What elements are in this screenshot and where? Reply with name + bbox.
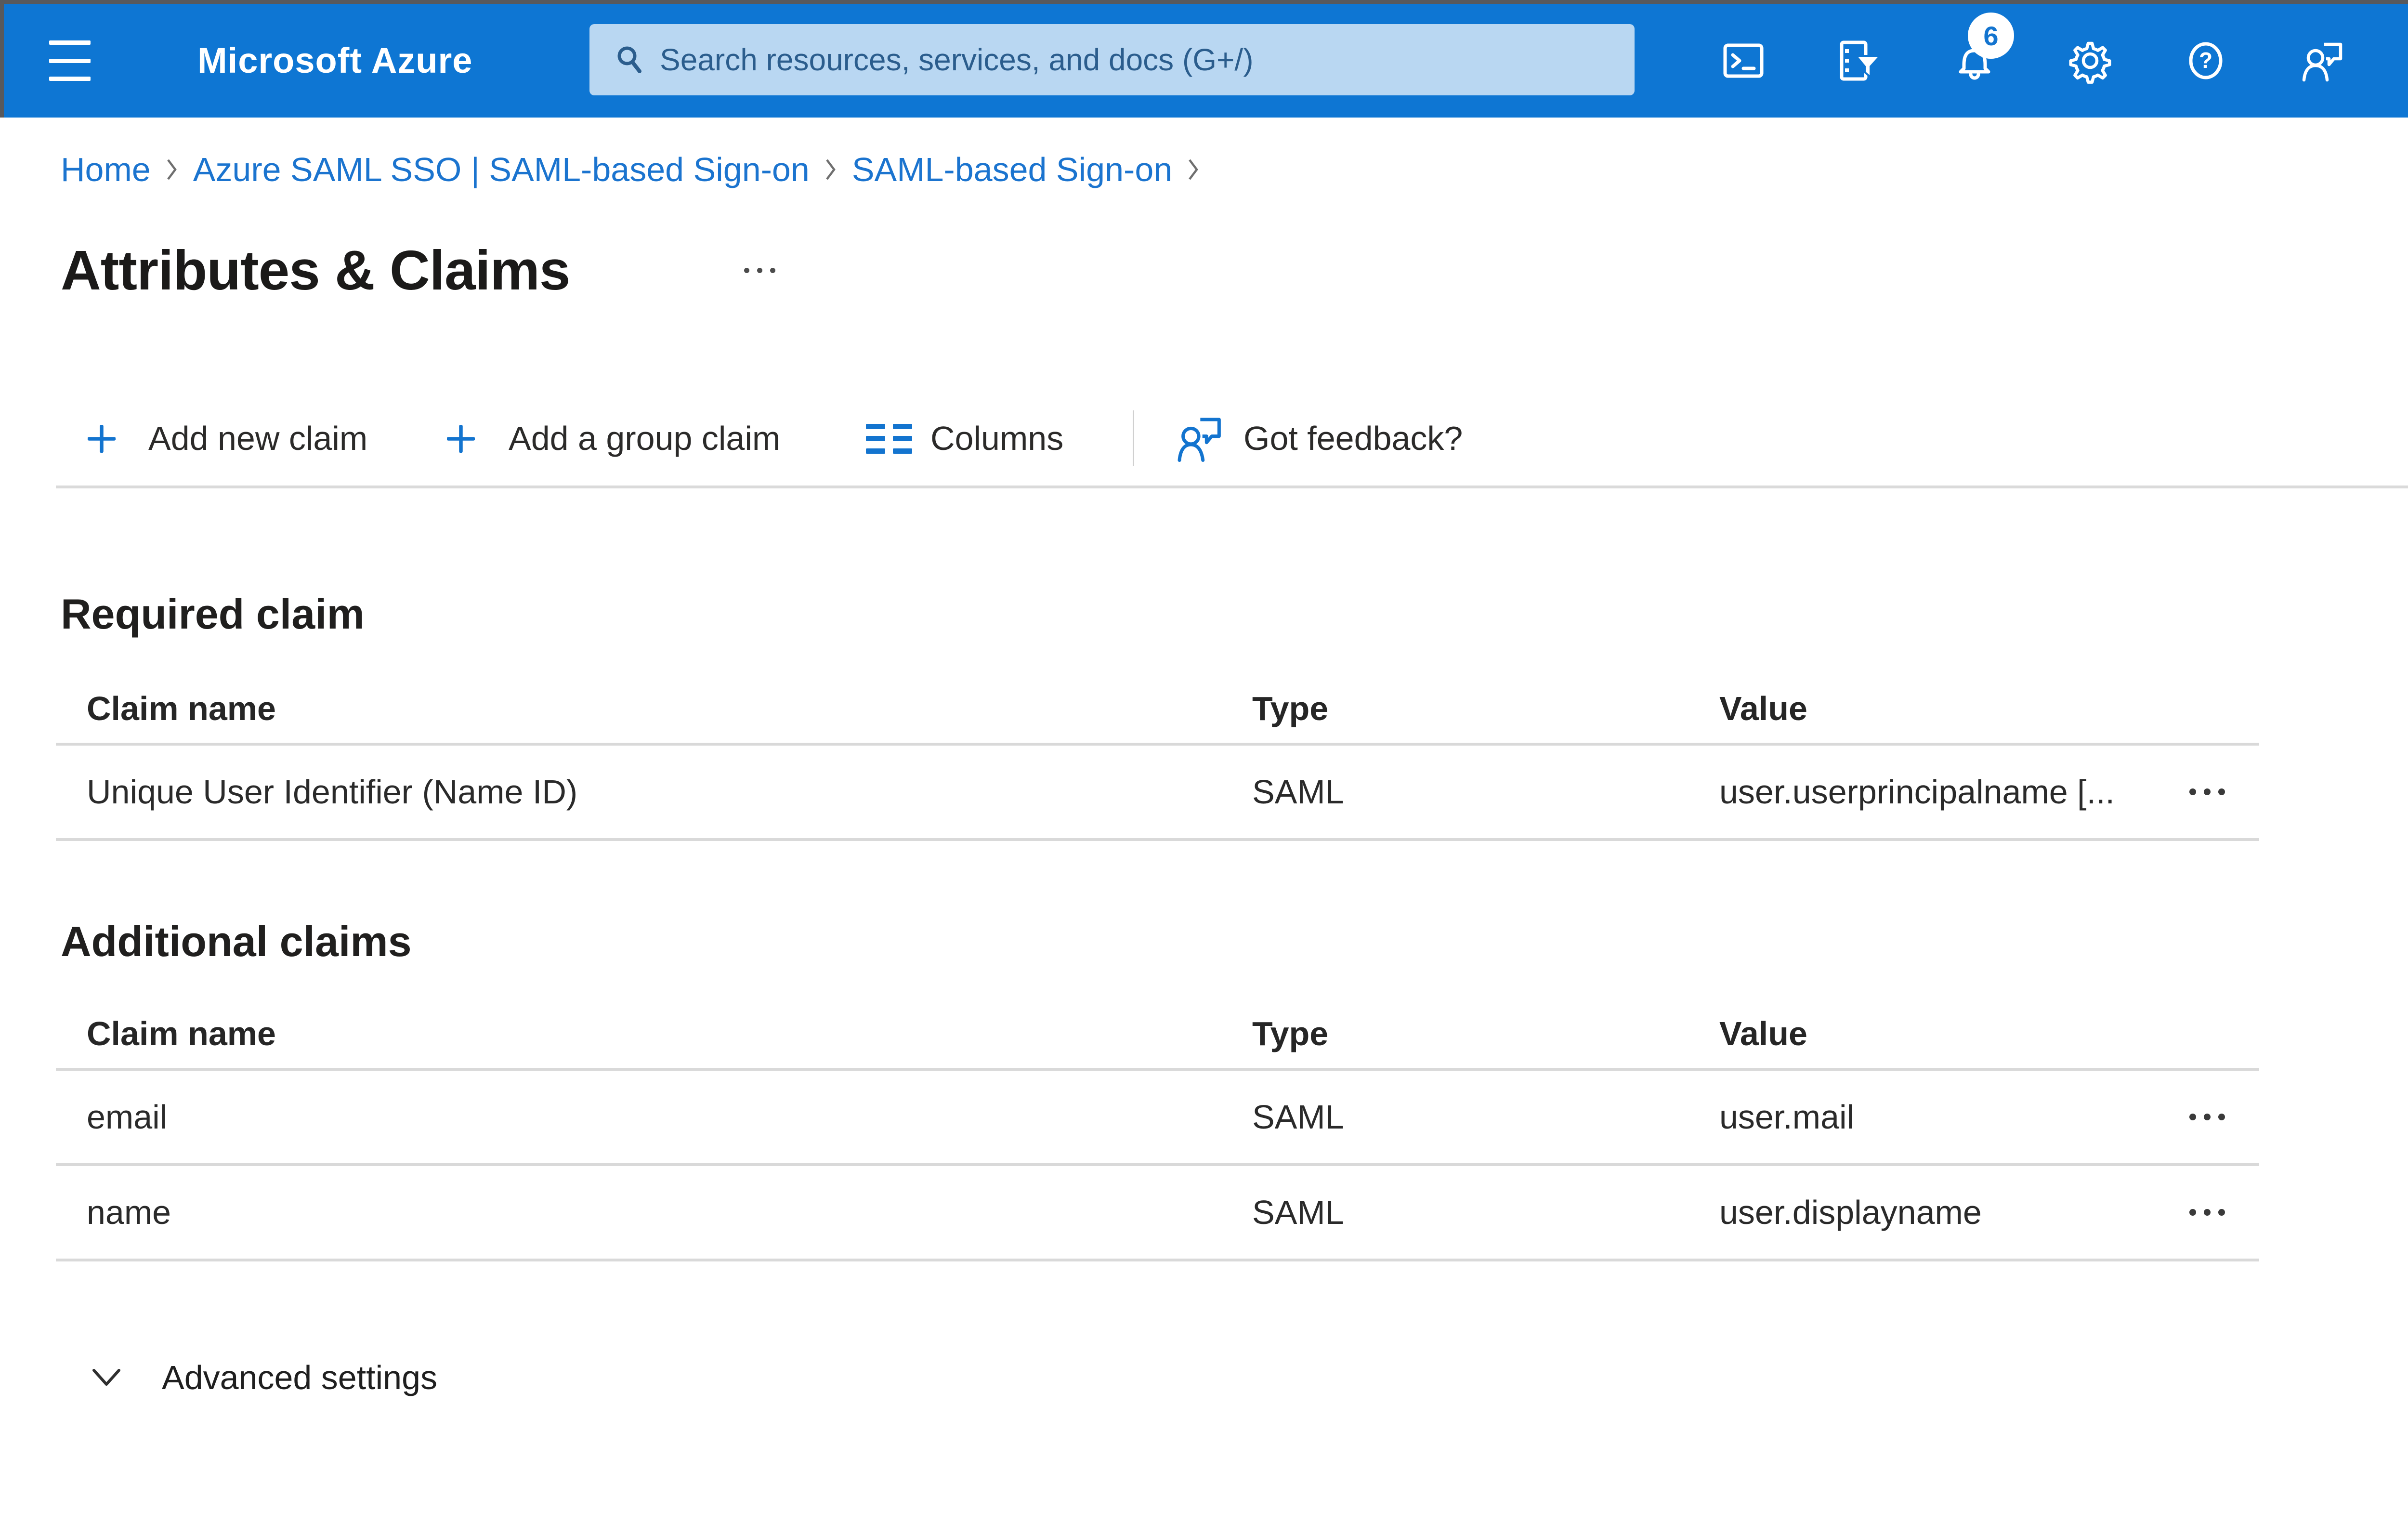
add-group-claim-button[interactable]: Add a group claim [509,408,780,468]
notification-count-badge: 6 [1968,13,2014,59]
column-header-value: Value [1719,1015,1807,1052]
claim-type-cell: SAML [1252,773,1344,811]
feedback-person-icon [1173,413,1223,463]
claim-name-cell: Unique User Identifier (Name ID) [87,773,578,811]
toolbar-separator [56,486,2408,488]
plus-icon [88,425,116,453]
row-context-menu-icon[interactable] [2189,1114,2225,1120]
breadcrumb: Home Azure SAML SSO | SAML-based Sign-on… [61,150,1199,189]
global-search[interactable] [589,24,1635,95]
search-input[interactable] [660,24,1635,95]
claim-name-cell: email [87,1098,168,1136]
brand-title: Microsoft Azure [197,40,473,80]
chevron-right-icon [825,156,837,183]
column-header-type: Type [1252,1015,1329,1052]
table-row[interactable]: email SAML user.mail [56,1071,2259,1166]
directory-filter-icon[interactable] [1836,38,1882,84]
svg-text:?: ? [2199,48,2212,73]
help-icon[interactable]: ? [2183,38,2229,84]
hamburger-bar [49,58,91,63]
toolbar-divider [1133,410,1134,466]
hamburger-bar [49,40,91,45]
breadcrumb-signon-link[interactable]: SAML-based Sign-on [852,150,1172,189]
chevron-down-icon [91,1366,122,1389]
window-left-edge [0,0,4,118]
claim-type-cell: SAML [1252,1098,1344,1136]
claim-value-cell: user.displayname [1719,1194,1982,1231]
window-top-edge [0,0,2408,4]
add-new-claim-button[interactable]: Add new claim [148,408,367,468]
advanced-settings-toggle[interactable]: Advanced settings [91,1356,437,1399]
column-header-claim-name: Claim name [87,690,276,727]
claim-value-cell: user.mail [1719,1098,1855,1136]
column-header-claim-name: Claim name [87,1015,276,1052]
feedback-icon[interactable] [2298,38,2344,84]
breadcrumb-home-link[interactable]: Home [61,150,151,189]
column-header-value: Value [1719,690,1807,727]
claim-name-cell: name [87,1194,171,1231]
required-claim-heading: Required claim [61,590,365,638]
chevron-right-icon [1188,156,1199,183]
got-feedback-button[interactable]: Got feedback? [1243,408,1463,468]
claim-value-cell: user.userprincipalname [... [1719,773,2115,811]
additional-claims-table: Claim name Type Value email SAML user.ma… [56,999,2259,1261]
azure-top-bar: Microsoft Azure Search resources, servic… [0,4,2408,118]
hamburger-menu-icon[interactable] [46,40,94,81]
search-icon [615,44,645,75]
advanced-settings-label: Advanced settings [162,1359,438,1396]
table-row[interactable]: Unique User Identifier (Name ID) SAML us… [56,746,2259,841]
required-claim-table: Claim name Type Value Unique User Identi… [56,674,2259,841]
table-row[interactable]: name SAML user.displayname [56,1166,2259,1261]
column-header-type: Type [1252,690,1329,727]
cloud-shell-icon[interactable] [1720,38,1767,84]
claim-type-cell: SAML [1252,1194,1344,1231]
hamburger-bar [49,77,91,81]
breadcrumb-app-link[interactable]: Azure SAML SSO | SAML-based Sign-on [193,150,810,189]
page-title: Attributes & Claims [61,239,570,302]
table-header-row: Claim name Type Value [56,999,2259,1071]
columns-icon [866,424,912,454]
table-header-row: Claim name Type Value [56,674,2259,746]
settings-gear-icon[interactable] [2067,38,2113,84]
columns-button[interactable]: Columns [930,408,1063,468]
row-context-menu-icon[interactable] [2189,788,2225,795]
title-overflow-menu-icon[interactable] [744,268,775,273]
additional-claims-heading: Additional claims [61,918,412,965]
row-context-menu-icon[interactable] [2189,1209,2225,1216]
chevron-right-icon [166,156,178,183]
command-toolbar: Add new claim Add a group claim Columns … [0,408,2408,468]
plus-icon [447,425,475,453]
